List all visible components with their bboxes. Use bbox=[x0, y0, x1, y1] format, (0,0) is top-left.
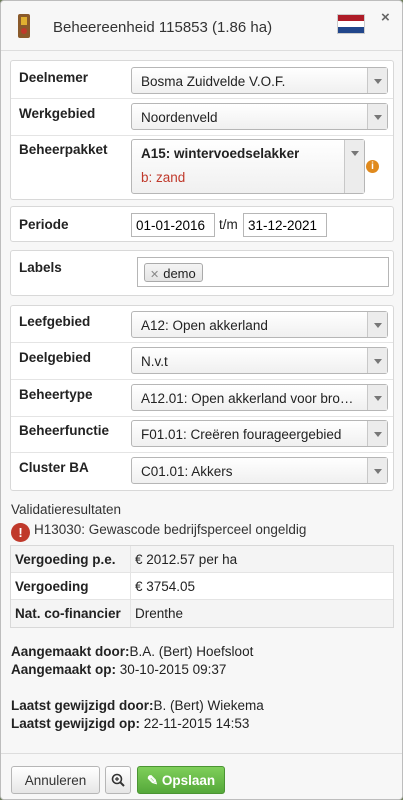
modified-by-label: Laatst gewijzigd door: bbox=[11, 698, 154, 713]
modified-on: Laatst gewijzigd op: 22-11-2015 14:53 bbox=[11, 716, 249, 731]
dutch-flag-icon[interactable] bbox=[337, 14, 365, 34]
created-by-value: B.A. (Bert) Hoefsloot bbox=[129, 644, 254, 659]
chevron-down-icon bbox=[367, 421, 387, 446]
deelnemer-label: Deelnemer bbox=[19, 70, 89, 85]
modified-by: Laatst gewijzigd door:B. (Bert) Wiekema bbox=[11, 698, 264, 713]
beheertype-value: A12.01: Open akkerland voor bro… bbox=[141, 391, 354, 406]
cluster-label: Cluster BA bbox=[19, 460, 89, 475]
divider bbox=[11, 379, 393, 380]
chevron-down-icon bbox=[367, 348, 387, 373]
werkgebied-value: Noordenveld bbox=[141, 110, 218, 125]
modified-on-value: 22-11-2015 14:53 bbox=[143, 716, 250, 731]
row-value: € 3754.05 bbox=[130, 573, 195, 600]
beheertype-label: Beheertype bbox=[19, 387, 93, 402]
row-value: Drenthe bbox=[130, 600, 183, 627]
table-row: Vergoeding p.e. € 2012.57 per ha bbox=[11, 546, 393, 573]
tractor-logo-icon bbox=[18, 14, 30, 38]
chevron-down-icon bbox=[344, 140, 364, 193]
labels-fieldset: Labels ✕ demo bbox=[10, 250, 394, 296]
end-date-input[interactable] bbox=[243, 213, 327, 237]
error-icon: ! bbox=[11, 523, 30, 542]
deelgebied-select[interactable]: N.v.t bbox=[131, 347, 388, 374]
dialog-panel: Beheereenheid 115853 (1.86 ha) × Deelnem… bbox=[0, 0, 403, 800]
beheerfunctie-select[interactable]: F01.01: Creëren fourageergebied bbox=[131, 420, 388, 447]
divider bbox=[11, 135, 393, 136]
period-fieldset: Periode t/m bbox=[10, 206, 394, 242]
table-row: Nat. co-financier Drenthe bbox=[11, 600, 393, 627]
created-on-value: 30-10-2015 09:37 bbox=[119, 662, 227, 677]
zoom-in-icon bbox=[111, 773, 125, 787]
labels-label: Labels bbox=[19, 260, 62, 275]
save-label: Opslaan bbox=[161, 773, 216, 788]
created-by: Aangemaakt door:B.A. (Bert) Hoefsloot bbox=[11, 644, 253, 659]
row-label: Vergoeding bbox=[15, 579, 89, 594]
chevron-down-icon bbox=[367, 312, 387, 337]
deelgebied-value: N.v.t bbox=[141, 354, 168, 369]
periode-label: Periode bbox=[19, 217, 69, 232]
modified-on-label: Laatst gewijzigd op: bbox=[11, 716, 141, 731]
created-by-label: Aangemaakt door: bbox=[11, 644, 130, 659]
created-on-label: Aangemaakt op: bbox=[11, 662, 117, 677]
beheerfunctie-value: F01.01: Creëren fourageergebied bbox=[141, 427, 342, 442]
row-label: Vergoeding p.e. bbox=[15, 552, 116, 567]
leefgebied-label: Leefgebied bbox=[19, 314, 91, 329]
chevron-down-icon bbox=[367, 385, 387, 410]
deelnemer-value: Bosma Zuidvelde V.O.F. bbox=[141, 74, 286, 89]
zoom-button[interactable] bbox=[105, 766, 131, 794]
divider bbox=[11, 342, 393, 343]
start-date-input[interactable] bbox=[131, 213, 215, 237]
participant-fieldset: Deelnemer Bosma Zuidvelde V.O.F. Werkgeb… bbox=[10, 60, 394, 200]
label-tag[interactable]: ✕ demo bbox=[144, 263, 203, 282]
created-on: Aangemaakt op: 30-10-2015 09:37 bbox=[11, 662, 226, 677]
table-row: Vergoeding € 3754.05 bbox=[11, 573, 393, 600]
cluster-select[interactable]: C01.01: Akkers bbox=[131, 457, 388, 484]
classification-fieldset: Leefgebied A12: Open akkerland Deelgebie… bbox=[10, 305, 394, 491]
labels-input[interactable]: ✕ demo bbox=[137, 257, 389, 287]
period-separator: t/m bbox=[219, 217, 238, 232]
divider bbox=[11, 452, 393, 453]
label-tag-text: demo bbox=[163, 266, 196, 281]
save-button[interactable]: ✎ Opslaan bbox=[137, 766, 225, 794]
close-icon[interactable]: × bbox=[381, 9, 390, 26]
beheerpakket-label: Beheerpakket bbox=[19, 142, 108, 157]
remove-tag-icon[interactable]: ✕ bbox=[150, 269, 159, 281]
leefgebied-select[interactable]: A12: Open akkerland bbox=[131, 311, 388, 338]
beheerfunctie-label: Beheerfunctie bbox=[19, 423, 110, 438]
deelnemer-select[interactable]: Bosma Zuidvelde V.O.F. bbox=[131, 67, 388, 94]
cancel-button[interactable]: Annuleren bbox=[11, 766, 100, 794]
deelgebied-label: Deelgebied bbox=[19, 350, 92, 365]
pencil-icon: ✎ bbox=[146, 773, 159, 788]
row-value: € 2012.57 per ha bbox=[130, 546, 237, 573]
validation-error: ! H13030: Gewascode bedrijfsperceel ongel… bbox=[11, 522, 306, 542]
info-icon[interactable]: i bbox=[366, 160, 379, 173]
beheertype-select[interactable]: A12.01: Open akkerland voor bro… bbox=[131, 384, 388, 411]
chevron-down-icon bbox=[367, 104, 387, 129]
cluster-value: C01.01: Akkers bbox=[141, 464, 233, 479]
validation-title: Validatieresultaten bbox=[11, 502, 122, 517]
row-label: Nat. co-financier bbox=[15, 606, 121, 621]
validation-error-text: H13030: Gewascode bedrijfsperceel ongeld… bbox=[34, 522, 307, 537]
beheerpakket-value: A15: wintervoedselakker bbox=[141, 146, 300, 161]
werkgebied-select[interactable]: Noordenveld bbox=[131, 103, 388, 130]
chevron-down-icon bbox=[367, 68, 387, 93]
compensation-table: Vergoeding p.e. € 2012.57 per ha Vergoed… bbox=[10, 545, 394, 628]
werkgebied-label: Werkgebied bbox=[19, 106, 96, 121]
divider bbox=[11, 98, 393, 99]
divider bbox=[11, 416, 393, 417]
dialog-title: Beheereenheid 115853 (1.86 ha) bbox=[53, 19, 273, 36]
beheerpakket-subvalue: b: zand bbox=[141, 170, 186, 185]
chevron-down-icon bbox=[367, 458, 387, 483]
dialog-header: Beheereenheid 115853 (1.86 ha) × bbox=[1, 1, 402, 51]
dialog-footer: Annuleren ✎ Opslaan bbox=[1, 753, 402, 799]
leefgebied-value: A12: Open akkerland bbox=[141, 318, 268, 333]
beheerpakket-select[interactable]: A15: wintervoedselakker b: zand bbox=[131, 139, 365, 194]
modified-by-value: B. (Bert) Wiekema bbox=[153, 698, 264, 713]
